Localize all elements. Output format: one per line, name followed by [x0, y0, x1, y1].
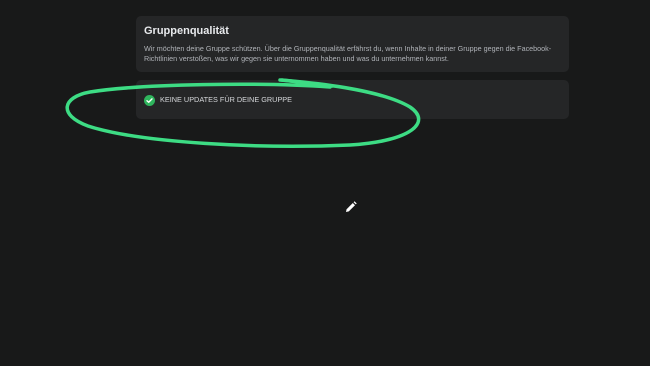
status-label: KEINE UPDATES FÜR DEINE GRUPPE [160, 95, 293, 104]
pencil-icon [343, 200, 358, 215]
card-description: Wir möchten deine Gruppe schützen. Über … [144, 44, 552, 63]
card-title: Gruppenqualität [144, 25, 229, 37]
check-circle-icon [144, 94, 155, 106]
status-card: KEINE UPDATES FÜR DEINE GRUPPE [136, 80, 569, 119]
group-quality-card: Gruppenqualität Wir möchten deine Gruppe… [136, 16, 569, 72]
page: Gruppenqualität Wir möchten deine Gruppe… [0, 0, 650, 366]
status-row: KEINE UPDATES FÜR DEINE GRUPPE [144, 94, 292, 106]
